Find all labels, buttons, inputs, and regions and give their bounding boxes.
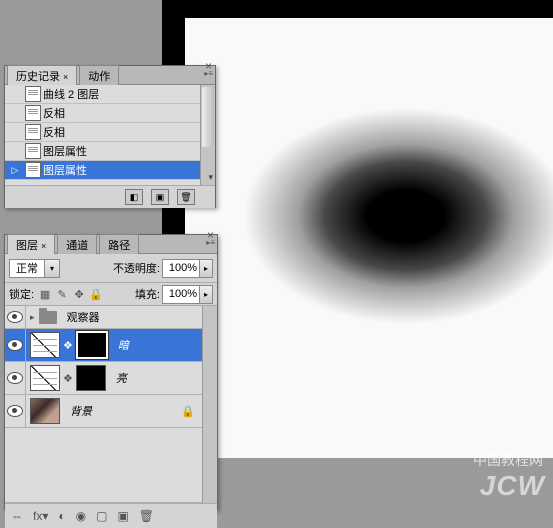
panel-menu-icon[interactable]: ▸≡	[206, 238, 215, 247]
scrollbar[interactable]: ▾	[200, 85, 215, 185]
opacity-label: 不透明度:	[113, 260, 160, 276]
history-item[interactable]: 反相	[5, 104, 215, 123]
layers-footer: ⇔ fx▾ ◐ ◉ ▢ ▣ 🗑	[5, 503, 217, 528]
document-icon	[25, 143, 41, 159]
document-icon	[25, 162, 41, 178]
layer-row-dark[interactable]: ❖ 暗	[5, 329, 217, 362]
new-snapshot-icon[interactable]: ◧	[125, 189, 143, 205]
tab-paths[interactable]: 路径	[99, 234, 139, 254]
camera-icon[interactable]: ▣	[151, 189, 169, 205]
scrollbar-thumb[interactable]	[202, 87, 214, 147]
history-tabs: 历史记录× 动作 ▸≡	[5, 66, 215, 85]
close-icon[interactable]: ×	[41, 241, 46, 251]
tab-history[interactable]: 历史记录×	[7, 65, 77, 85]
document-icon	[25, 105, 41, 121]
mask-icon[interactable]: ◐	[58, 509, 65, 523]
watermark-en: JCW	[480, 470, 545, 502]
lock-label: 锁定:	[9, 286, 34, 302]
history-footer: ◧ ▣ 🗑	[5, 185, 215, 208]
link-icon[interactable]: ❖	[63, 339, 73, 352]
folder-icon	[39, 311, 57, 324]
mask-thumbnail[interactable]	[76, 365, 106, 391]
eye-icon[interactable]	[7, 339, 23, 351]
blend-mode-select[interactable]: 正常▾	[9, 259, 60, 278]
lock-paint-icon[interactable]: ✎	[55, 287, 69, 301]
fx-icon[interactable]: fx▾	[33, 509, 48, 523]
mask-thumbnail[interactable]	[76, 331, 108, 359]
scroll-down-icon[interactable]: ▾	[208, 172, 213, 183]
scrollbar[interactable]	[202, 306, 217, 503]
tab-channels[interactable]: 通道	[57, 234, 97, 254]
layers-panel: × 图层× 通道 路径 ▸≡ 正常▾ 不透明度: ▸ 锁定: ▦ ✎ ✥ 🔒 填…	[4, 234, 218, 510]
blend-opacity-row: 正常▾ 不透明度: ▸	[5, 254, 217, 283]
layer-row-light[interactable]: ❖ 亮	[5, 362, 217, 395]
layer-row-background[interactable]: 背景 🔒	[5, 395, 217, 428]
history-item[interactable]: 图层属性	[5, 142, 215, 161]
chevron-down-icon[interactable]: ▾	[44, 260, 59, 277]
adjustment-icon[interactable]: ◉	[76, 509, 86, 523]
eye-icon[interactable]	[7, 372, 23, 384]
document-image[interactable]	[185, 18, 553, 458]
link-icon[interactable]: ❖	[63, 372, 73, 385]
history-panel: × 历史记录× 动作 ▸≡ 曲线 2 图层 反相 反相 图层属性 ▷图层属性 ▾…	[4, 65, 216, 208]
history-item-current[interactable]: ▷图层属性	[5, 161, 215, 180]
document-icon	[25, 86, 41, 102]
layer-thumbnail[interactable]	[30, 398, 60, 424]
lock-transparent-icon[interactable]: ▦	[38, 287, 52, 301]
panel-menu-icon[interactable]: ▸≡	[204, 69, 213, 78]
opacity-field[interactable]	[163, 261, 199, 275]
current-indicator-icon: ▷	[7, 165, 23, 176]
layer-name[interactable]: 亮	[116, 370, 127, 386]
document-icon	[25, 124, 41, 140]
lock-all-icon[interactable]: 🔒	[89, 287, 103, 301]
history-item[interactable]: 曲线 2 图层	[5, 85, 215, 104]
close-icon[interactable]: ×	[63, 72, 68, 82]
curves-thumbnail[interactable]	[30, 365, 60, 391]
history-item[interactable]: 反相	[5, 123, 215, 142]
tab-actions[interactable]: 动作	[79, 65, 119, 85]
trash-icon[interactable]: 🗑	[177, 189, 195, 205]
fill-field[interactable]	[163, 287, 199, 301]
lock-fill-row: 锁定: ▦ ✎ ✥ 🔒 填充: ▸	[5, 283, 217, 306]
layer-group[interactable]: ▸ 观察器	[5, 306, 217, 329]
fill-label: 填充:	[135, 286, 160, 302]
layers-tabs: 图层× 通道 路径 ▸≡	[5, 235, 217, 254]
watermark-cn: 中国教程网	[473, 450, 543, 470]
link-layers-icon[interactable]: ⇔	[11, 509, 23, 523]
arrow-right-icon[interactable]: ▸	[199, 286, 212, 303]
arrow-right-icon[interactable]: ▸	[199, 260, 212, 277]
curves-thumbnail[interactable]	[30, 332, 60, 358]
expand-triangle-icon[interactable]: ▸	[30, 312, 35, 323]
lock-icon: 🔒	[181, 405, 195, 418]
history-list: 曲线 2 图层 反相 反相 图层属性 ▷图层属性 ▾	[5, 85, 215, 185]
fill-input[interactable]: ▸	[162, 285, 213, 304]
group-name[interactable]: 观察器	[67, 309, 100, 325]
new-layer-icon[interactable]: ▣	[117, 509, 128, 523]
layer-name[interactable]: 暗	[118, 337, 129, 353]
tab-layers[interactable]: 图层×	[7, 234, 55, 254]
layer-name[interactable]: 背景	[70, 403, 92, 419]
new-group-icon[interactable]: ▢	[96, 509, 107, 523]
eye-icon[interactable]	[7, 405, 23, 417]
opacity-input[interactable]: ▸	[162, 259, 213, 278]
trash-icon[interactable]: 🗑	[139, 509, 154, 523]
eye-icon[interactable]	[7, 311, 23, 323]
lock-move-icon[interactable]: ✥	[72, 287, 86, 301]
layer-list: ▸ 观察器 ❖ 暗 ❖ 亮 背景 🔒	[5, 306, 217, 503]
